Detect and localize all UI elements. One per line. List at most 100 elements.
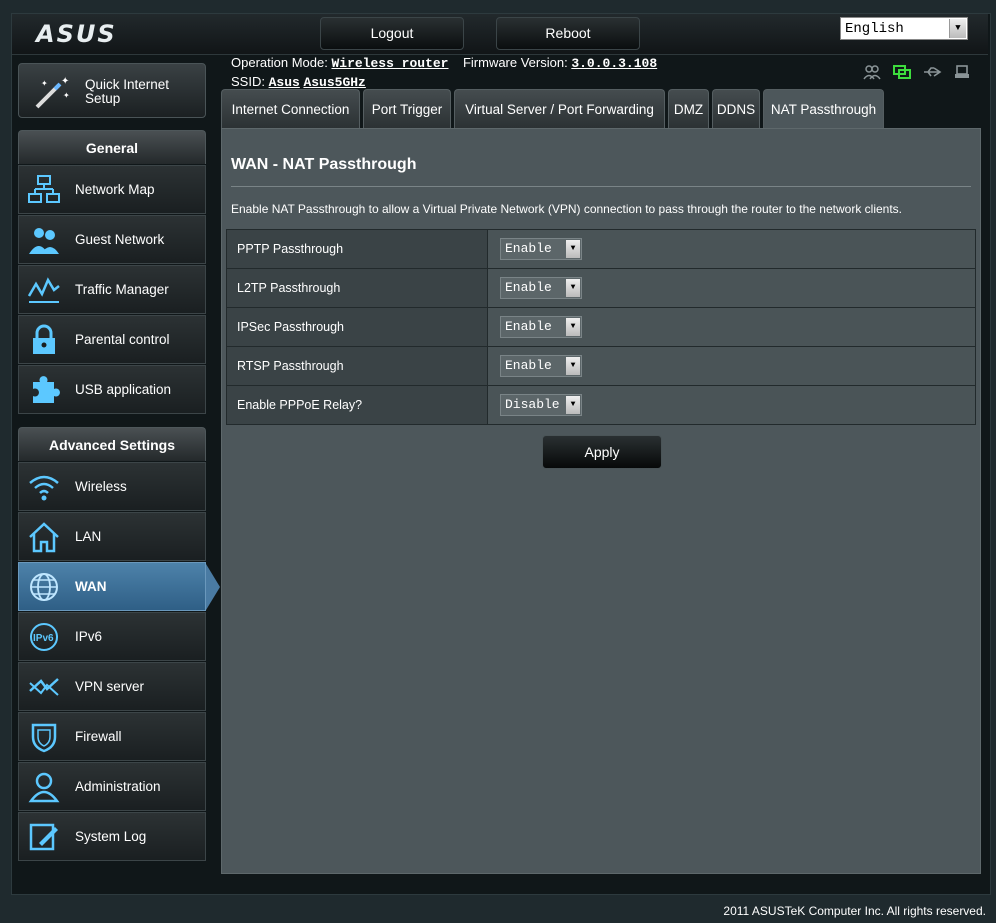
sidebar-label: Guest Network bbox=[75, 232, 165, 247]
sidebar-label: Administration bbox=[75, 779, 161, 794]
sidebar-item-lan[interactable]: LAN bbox=[18, 512, 206, 561]
rtsp-select[interactable]: Enable ▼ bbox=[500, 355, 582, 377]
firmware-label: Firmware Version: bbox=[462, 55, 568, 70]
table-row: RTSP Passthrough Enable ▼ bbox=[226, 346, 976, 386]
setting-label: PPTP Passthrough bbox=[226, 229, 488, 269]
language-select[interactable]: English ▼ bbox=[840, 17, 968, 40]
sidebar-label: LAN bbox=[75, 529, 102, 544]
pppoe-relay-select[interactable]: Disable ▼ bbox=[500, 394, 582, 416]
ssid-label: SSID: bbox=[231, 74, 265, 89]
sidebar-item-firewall[interactable]: Firewall bbox=[18, 712, 206, 761]
sidebar-item-network-map[interactable]: Network Map bbox=[18, 165, 206, 214]
chevron-down-icon: ▼ bbox=[949, 19, 966, 38]
copyright: 2011 ASUSTeK Computer Inc. All rights re… bbox=[723, 904, 986, 918]
table-row: Enable PPPoE Relay? Disable ▼ bbox=[226, 385, 976, 425]
sidebar-item-system-log[interactable]: System Log bbox=[18, 812, 206, 861]
guest-network-icon bbox=[27, 224, 61, 256]
network-status-icon[interactable] bbox=[892, 64, 912, 80]
sidebar-item-parental-control[interactable]: Parental control bbox=[18, 315, 206, 364]
setting-label: Enable PPPoE Relay? bbox=[226, 385, 488, 425]
tab-nat-passthrough[interactable]: NAT Passthrough bbox=[763, 89, 884, 129]
reboot-button[interactable]: Reboot bbox=[496, 17, 640, 50]
chevron-down-icon: ▼ bbox=[566, 240, 580, 258]
sidebar-label: Network Map bbox=[75, 182, 155, 197]
l2tp-select[interactable]: Enable ▼ bbox=[500, 277, 582, 299]
page-description: Enable NAT Passthrough to allow a Virtua… bbox=[231, 202, 903, 216]
svg-text:✦: ✦ bbox=[41, 79, 48, 88]
sidebar-label: WAN bbox=[75, 579, 107, 594]
asus-logo: ASUS bbox=[36, 20, 117, 48]
user-icon bbox=[27, 771, 61, 803]
sidebar-label: Parental control bbox=[75, 332, 170, 347]
sidebar-label: USB application bbox=[75, 382, 172, 397]
advanced-settings-header: Advanced Settings bbox=[18, 427, 206, 461]
logout-button[interactable]: Logout bbox=[320, 17, 464, 50]
sidebar-label: IPv6 bbox=[75, 629, 103, 644]
ssid-link-2[interactable]: Asus5GHz bbox=[303, 75, 365, 90]
sidebar-item-guest-network[interactable]: Guest Network bbox=[18, 215, 206, 264]
qis-label: Quick Internet Setup bbox=[85, 77, 170, 106]
select-value: Enable bbox=[505, 241, 552, 256]
wifi-icon bbox=[27, 471, 61, 503]
printer-icon[interactable] bbox=[952, 64, 972, 80]
select-value: Enable bbox=[505, 358, 552, 373]
chevron-down-icon: ▼ bbox=[566, 318, 580, 336]
operation-mode-label: Operation Mode: bbox=[231, 55, 328, 70]
shield-icon bbox=[27, 721, 61, 753]
sidebar-label: System Log bbox=[75, 829, 147, 844]
table-row: PPTP Passthrough Enable ▼ bbox=[226, 229, 976, 269]
tab-ddns[interactable]: DDNS bbox=[712, 89, 760, 129]
setting-label: RTSP Passthrough bbox=[226, 346, 488, 386]
active-nav-arrow bbox=[206, 564, 220, 610]
svg-text:✦: ✦ bbox=[61, 76, 69, 87]
globe-icon bbox=[27, 571, 61, 603]
usb-icon[interactable] bbox=[922, 64, 942, 80]
sidebar-label: Firewall bbox=[75, 729, 122, 744]
sidebar-item-wan[interactable]: WAN bbox=[18, 562, 206, 611]
tab-virtual-server[interactable]: Virtual Server / Port Forwarding bbox=[454, 89, 665, 129]
operation-mode-link[interactable]: Wireless router bbox=[331, 56, 448, 71]
sidebar-item-vpn-server[interactable]: VPN server bbox=[18, 662, 206, 711]
network-map-icon bbox=[27, 174, 61, 206]
sidebar-item-traffic-manager[interactable]: Traffic Manager bbox=[18, 265, 206, 314]
sidebar-label: Wireless bbox=[75, 479, 127, 494]
firmware-link[interactable]: 3.0.0.3.108 bbox=[571, 56, 657, 71]
table-row: IPSec Passthrough Enable ▼ bbox=[226, 307, 976, 347]
select-value: Enable bbox=[505, 280, 552, 295]
tab-internet-connection[interactable]: Internet Connection bbox=[221, 89, 360, 129]
sidebar-item-usb-application[interactable]: USB application bbox=[18, 365, 206, 414]
page-title: WAN - NAT Passthrough bbox=[231, 156, 417, 173]
traffic-manager-icon bbox=[27, 274, 61, 306]
vpn-icon bbox=[27, 671, 61, 703]
general-header: General bbox=[18, 130, 206, 164]
setting-label: L2TP Passthrough bbox=[226, 268, 488, 308]
svg-text:✦: ✦ bbox=[63, 91, 70, 100]
sidebar-item-wireless[interactable]: Wireless bbox=[18, 462, 206, 511]
status-icons bbox=[862, 64, 972, 80]
apply-button[interactable]: Apply bbox=[542, 435, 662, 469]
home-icon bbox=[27, 521, 61, 553]
settings-table: PPTP Passthrough Enable ▼ L2TP Passthroug… bbox=[226, 229, 976, 425]
sidebar-item-administration[interactable]: Administration bbox=[18, 762, 206, 811]
language-value: English bbox=[845, 21, 904, 37]
sidebar-label: VPN server bbox=[75, 679, 145, 694]
ssid-link-1[interactable]: Asus bbox=[269, 75, 300, 90]
clients-icon[interactable] bbox=[862, 64, 882, 80]
select-value: Disable bbox=[505, 397, 560, 412]
setting-label: IPSec Passthrough bbox=[226, 307, 488, 347]
chevron-down-icon: ▼ bbox=[566, 396, 580, 414]
pptp-select[interactable]: Enable ▼ bbox=[500, 238, 582, 260]
tab-port-trigger[interactable]: Port Trigger bbox=[363, 89, 451, 129]
lock-icon bbox=[27, 324, 61, 356]
svg-text:IPv6: IPv6 bbox=[33, 633, 54, 644]
chevron-down-icon: ▼ bbox=[566, 357, 580, 375]
magic-wand-icon: ✦ ✦ ✦ bbox=[33, 74, 73, 115]
select-value: Enable bbox=[505, 319, 552, 334]
sidebar-item-ipv6[interactable]: IPv6 IPv6 bbox=[18, 612, 206, 661]
quick-internet-setup-button[interactable]: ✦ ✦ ✦ Quick Internet Setup bbox=[18, 63, 206, 118]
ipsec-select[interactable]: Enable ▼ bbox=[500, 316, 582, 338]
tab-dmz[interactable]: DMZ bbox=[668, 89, 709, 129]
ssid-line: SSID: Asus Asus5GHz bbox=[231, 74, 366, 90]
puzzle-icon bbox=[27, 374, 61, 406]
edit-log-icon bbox=[27, 821, 61, 853]
